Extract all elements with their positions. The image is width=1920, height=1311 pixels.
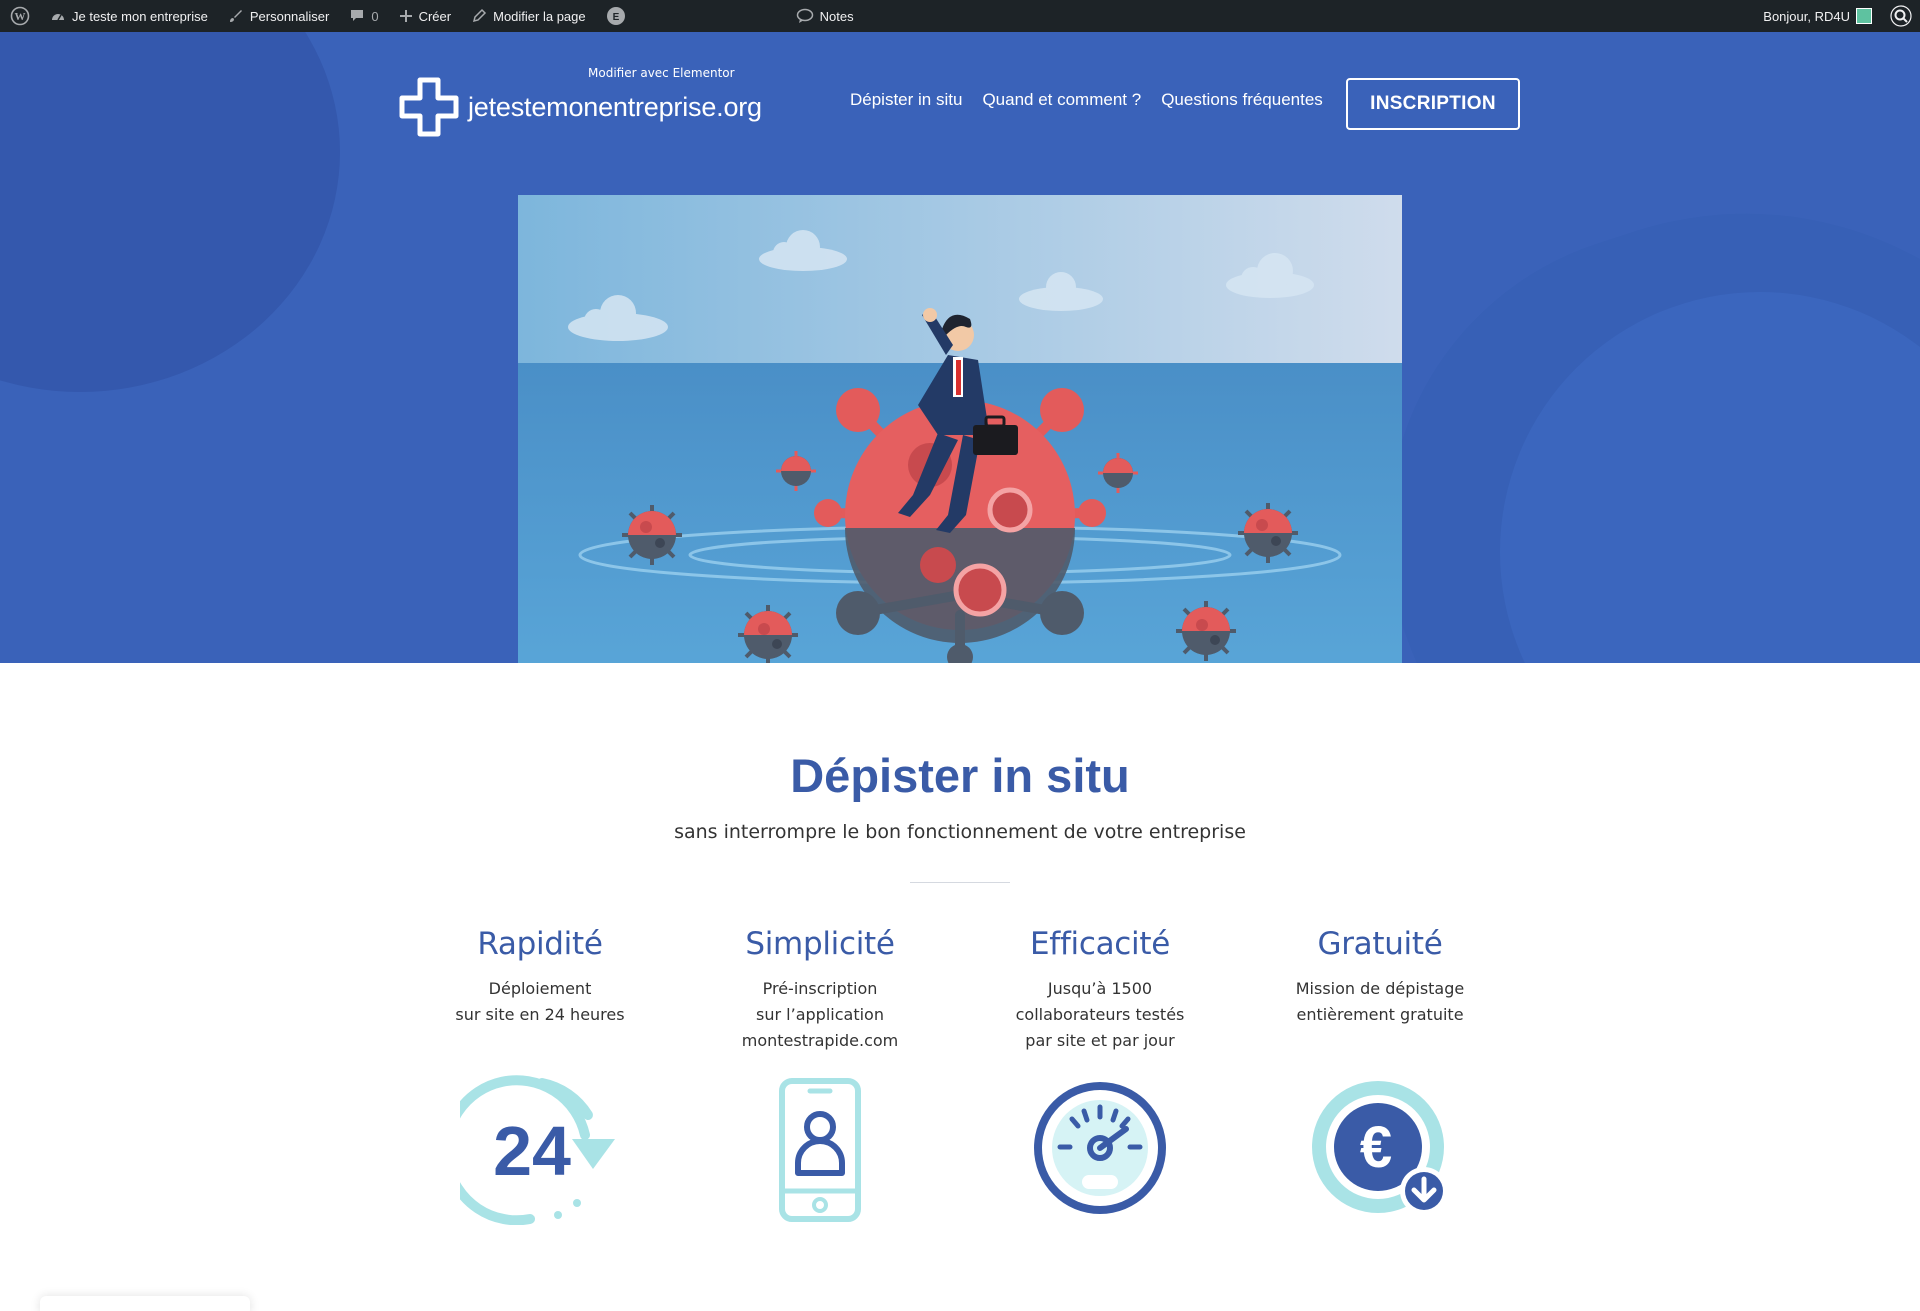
comments-count: 0 [371,8,379,24]
logo-text: jetestemonentreprise.org [468,91,762,122]
elementor-badge-text: E [612,12,619,23]
feature-description: Pré-inscription sur l’application montes… [690,976,950,1054]
feature-line: entièrement gratuite [1296,1005,1464,1024]
paintbrush-icon [229,10,242,22]
edit-page-link[interactable]: Modifier la page [461,0,596,32]
section-subtitle: sans interrompre le bon fonctionnement d… [674,821,1246,843]
avatar [1856,8,1872,24]
nav-link-quand-comment[interactable]: Quand et comment ? [982,90,1141,110]
notes-label: Notes [819,8,854,24]
dashboard-icon [52,14,64,21]
inscription-button[interactable]: INSCRIPTION [1346,78,1520,130]
customize-label: Personnaliser [249,8,330,24]
feature-title: Efficacité [1030,926,1170,962]
elementor-menu[interactable]: E [596,0,636,32]
section-title: Dépister in situ [790,749,1130,802]
nav-link-faq[interactable]: Questions fréquentes [1161,90,1323,110]
feature-title: Gratuité [1317,926,1443,962]
site-logo[interactable]: jetestemonentreprise.org [398,76,762,138]
customize-link[interactable]: Personnaliser [218,0,340,32]
notes-bubble-icon [796,8,813,23]
cookie-banner[interactable] [40,1296,250,1311]
main-navigation: Dépister in situ Quand et comment ? Ques… [850,90,1323,110]
feature-simplicite: Simplicité Pré-inscription sur l’applica… [690,926,950,1054]
feature-title: Rapidité [477,926,603,962]
feature-line: Jusqu’à 1500 [1047,979,1153,998]
create-new-menu[interactable]: Créer [389,0,462,32]
wordpress-icon: W [10,6,30,26]
plus-icon [399,10,412,22]
site-name-menu[interactable]: Je teste mon entreprise [40,0,218,32]
feature-gratuite: Gratuité Mission de dépistage entièremen… [1250,926,1510,1028]
wp-admin-bar: W Je teste mon entreprise Personnaliser … [0,0,1920,32]
speedometer-icon [1034,1082,1166,1214]
smartphone-user-icon [779,1078,861,1222]
feature-line: Mission de dépistage [1295,979,1465,998]
elementor-icon: E [606,7,625,25]
feature-description: Mission de dépistage entièrement gratuit… [1250,976,1510,1028]
svg-text:W: W [15,11,26,23]
feature-line: sur l’application [756,1005,884,1024]
euro-coin-icon: € [1312,1081,1448,1215]
my-account-menu[interactable]: Bonjour, RD4U [1753,0,1882,32]
notes-link[interactable]: Notes [786,0,864,32]
feature-line: collaborateurs testés [1015,1005,1185,1024]
feature-title: Simplicité [745,926,895,962]
admin-search[interactable] [1882,0,1920,32]
admin-bar-right: Bonjour, RD4U [1753,0,1920,32]
feature-efficacite: Efficacité Jusqu’à 1500 collaborateurs t… [970,926,1230,1054]
feature-description: Déploiement sur site en 24 heures [410,976,670,1028]
feature-rapidite: Rapidité Déploiement sur site en 24 heur… [410,926,670,1028]
feature-line: Déploiement [488,979,592,998]
section-divider [910,882,1010,883]
create-label: Créer [418,8,452,24]
hero-section: Modifier avec Elementor jetestemonentrep… [0,32,1920,663]
clock-24-text: 24 [493,1112,571,1190]
comment-bubble-icon [351,10,364,21]
site-header: jetestemonentreprise.org Dépister in sit… [0,64,1920,144]
wordpress-logo-menu[interactable]: W [0,0,40,32]
comments-link[interactable]: 0 [339,0,388,32]
hero-illustration [518,195,1402,663]
edit-page-label: Modifier la page [493,8,586,24]
feature-line: par site et par jour [1025,1031,1175,1050]
euro-symbol: € [1360,1115,1392,1180]
clock-24-icon: 24 [460,1075,615,1225]
pencil-icon [473,8,487,23]
site-name-label: Je teste mon entreprise [72,8,208,24]
feature-description: Jusqu’à 1500 collaborateurs testés par s… [970,976,1230,1054]
feature-line: sur site en 24 heures [455,1005,625,1024]
medical-cross-icon [399,77,459,137]
feature-line: montestrapide.com [741,1031,899,1050]
search-icon [1890,5,1912,27]
greeting-label: Bonjour, RD4U [1763,8,1850,24]
nav-link-depister[interactable]: Dépister in situ [850,90,962,110]
feature-line: Pré-inscription [762,979,878,998]
